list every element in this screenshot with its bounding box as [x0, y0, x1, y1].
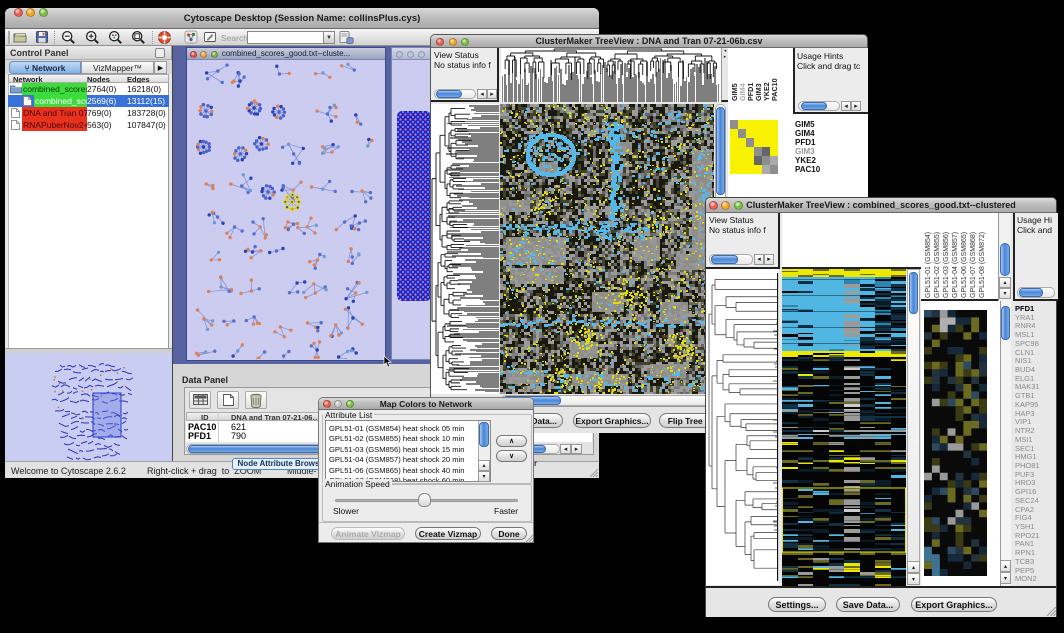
svg-text:GPL51-01 (GSM854): GPL51-01 (GSM854): [925, 232, 932, 298]
svg-text:GPL51-08 (GSM872): GPL51-08 (GSM872): [979, 232, 986, 298]
svg-text:GPL51-04 (GSM857): GPL51-04 (GSM857): [952, 232, 959, 298]
svg-text:GPL51-03 (GSM856): GPL51-03 (GSM856): [943, 232, 950, 298]
svg-text:GPL51-02 (GSM855): GPL51-02 (GSM855): [934, 232, 941, 298]
svg-text:PAC10: PAC10: [770, 78, 779, 101]
svg-text:GPL51-07 (GSM868): GPL51-07 (GSM868): [970, 232, 977, 298]
svg-text:GPL51-06 (GSM865): GPL51-06 (GSM865): [961, 232, 968, 298]
